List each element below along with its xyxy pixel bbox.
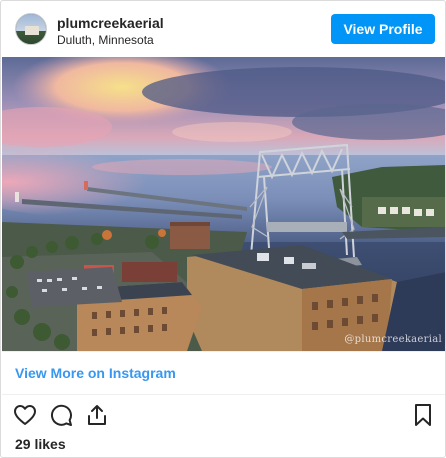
- heart-icon[interactable]: [13, 403, 37, 427]
- photo-watermark: @plumcreekaerial: [344, 334, 442, 345]
- share-icon[interactable]: [85, 403, 109, 427]
- view-profile-button[interactable]: View Profile: [331, 14, 435, 44]
- post-header: plumcreekaerial Duluth, Minnesota View P…: [1, 1, 445, 57]
- aerial-photo-duluth: [2, 57, 445, 351]
- likes-count[interactable]: 29 likes: [15, 436, 66, 452]
- avatar[interactable]: [15, 13, 47, 45]
- divider: [2, 351, 445, 352]
- view-more-link[interactable]: View More on Instagram: [15, 365, 176, 381]
- comment-icon[interactable]: [49, 403, 73, 427]
- username[interactable]: plumcreekaerial: [57, 15, 164, 31]
- bookmark-icon[interactable]: [411, 403, 435, 427]
- instagram-embed-card: plumcreekaerial Duluth, Minnesota View P…: [0, 0, 446, 458]
- divider: [2, 394, 445, 395]
- location[interactable]: Duluth, Minnesota: [57, 33, 154, 47]
- post-photo[interactable]: @plumcreekaerial: [2, 57, 445, 351]
